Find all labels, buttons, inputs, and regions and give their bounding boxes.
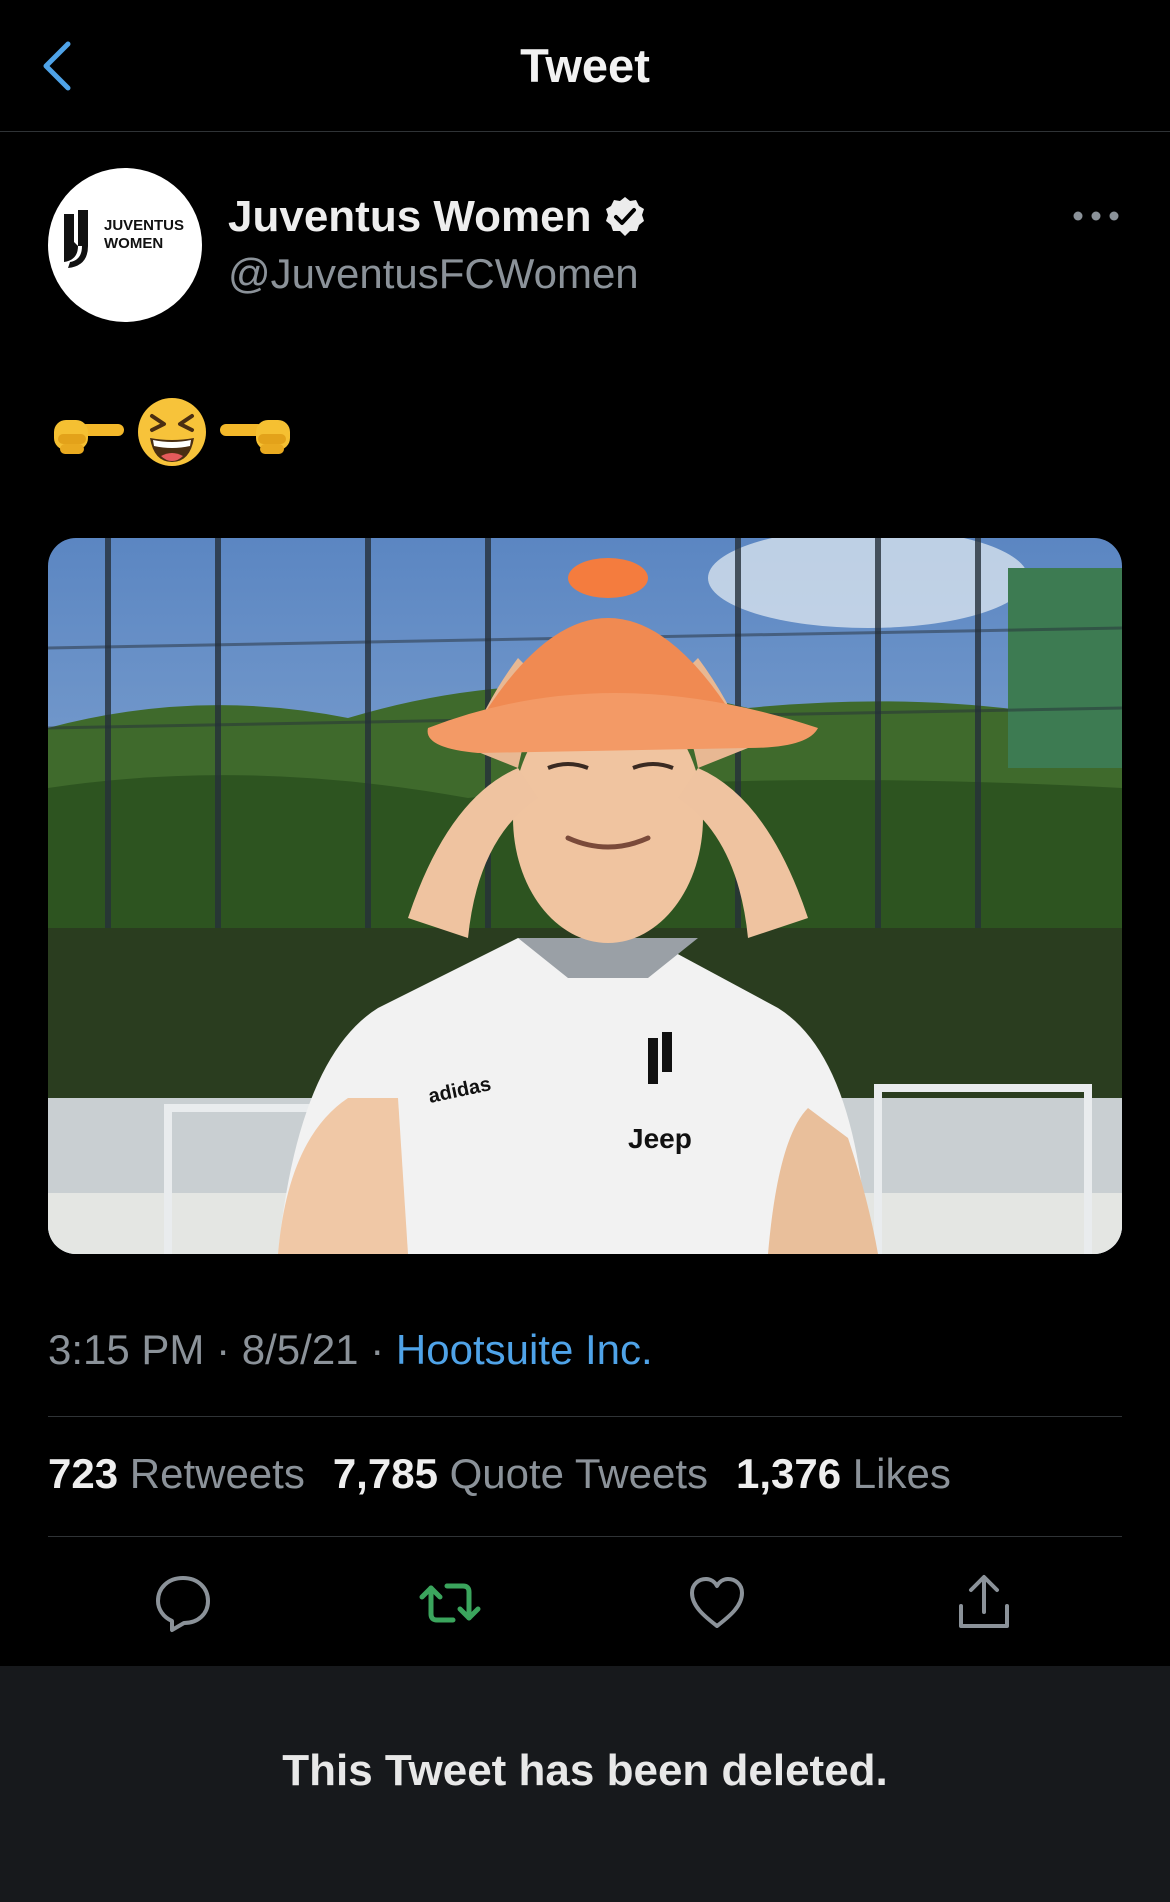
quote-tweets-stat[interactable]: 7,785 Quote Tweets xyxy=(333,1450,708,1498)
heart-icon[interactable] xyxy=(684,1570,750,1636)
meta-separator: · xyxy=(370,1326,385,1373)
divider xyxy=(48,1416,1122,1417)
user-handle[interactable]: @JuventusFCWomen xyxy=(228,250,639,298)
tweet-time: 3:15 PM xyxy=(48,1326,205,1373)
likes-label: Likes xyxy=(852,1450,951,1497)
likes-stat[interactable]: 1,376 Likes xyxy=(736,1450,951,1498)
tweet-photo[interactable]: Jeep adidas xyxy=(48,538,1122,1254)
pointing-left-icon xyxy=(220,420,290,454)
display-name: Juventus Women xyxy=(228,192,592,241)
more-horizontal-icon[interactable] xyxy=(1070,204,1122,228)
tweet-metadata: 3:15 PM · 8/5/21 · Hootsuite Inc. xyxy=(48,1326,653,1374)
deleted-tweet-message: This Tweet has been deleted. xyxy=(282,1746,888,1795)
verified-badge-icon xyxy=(606,197,645,236)
shirt-sponsor-text: Jeep xyxy=(628,1123,692,1154)
avatar-text-line1: JUVENTUS xyxy=(104,217,184,234)
quotes-label: Quote Tweets xyxy=(449,1450,708,1497)
display-name-row[interactable]: Juventus Women xyxy=(228,192,647,242)
grinning-squinting-face-icon xyxy=(138,398,206,466)
tweet-stats: 723 Retweets 7,785 Quote Tweets 1,376 Li… xyxy=(48,1450,951,1498)
meta-separator: · xyxy=(216,1326,231,1373)
deleted-tweet-banner: This Tweet has been deleted. xyxy=(0,1666,1170,1902)
divider xyxy=(48,1536,1122,1537)
player-photo: Jeep adidas xyxy=(48,538,1122,1254)
tweet-author-header: JUVENTUS WOMEN Juventus Women @JuventusF… xyxy=(48,168,1122,324)
page-title: Tweet xyxy=(520,39,650,92)
tweet-source-link[interactable]: Hootsuite Inc. xyxy=(396,1326,653,1373)
tweet-date: 8/5/21 xyxy=(241,1326,359,1373)
retweets-stat[interactable]: 723 Retweets xyxy=(48,1450,305,1498)
retweet-icon[interactable] xyxy=(417,1570,483,1636)
avatar-text-line2: WOMEN xyxy=(104,235,163,252)
likes-count: 1,376 xyxy=(736,1450,842,1497)
navigation-bar: Tweet xyxy=(0,0,1170,132)
share-icon[interactable] xyxy=(951,1570,1017,1636)
juventus-logo-icon: JUVENTUS WOMEN xyxy=(64,210,184,268)
avatar[interactable]: JUVENTUS WOMEN xyxy=(48,168,202,322)
reply-icon[interactable] xyxy=(150,1570,216,1636)
tweet-action-bar xyxy=(0,1570,1170,1636)
quotes-count: 7,785 xyxy=(332,1450,438,1497)
pointing-right-icon xyxy=(54,420,124,454)
retweets-label: Retweets xyxy=(129,1450,305,1497)
retweets-count: 723 xyxy=(48,1450,119,1497)
tweet-text xyxy=(50,392,294,472)
